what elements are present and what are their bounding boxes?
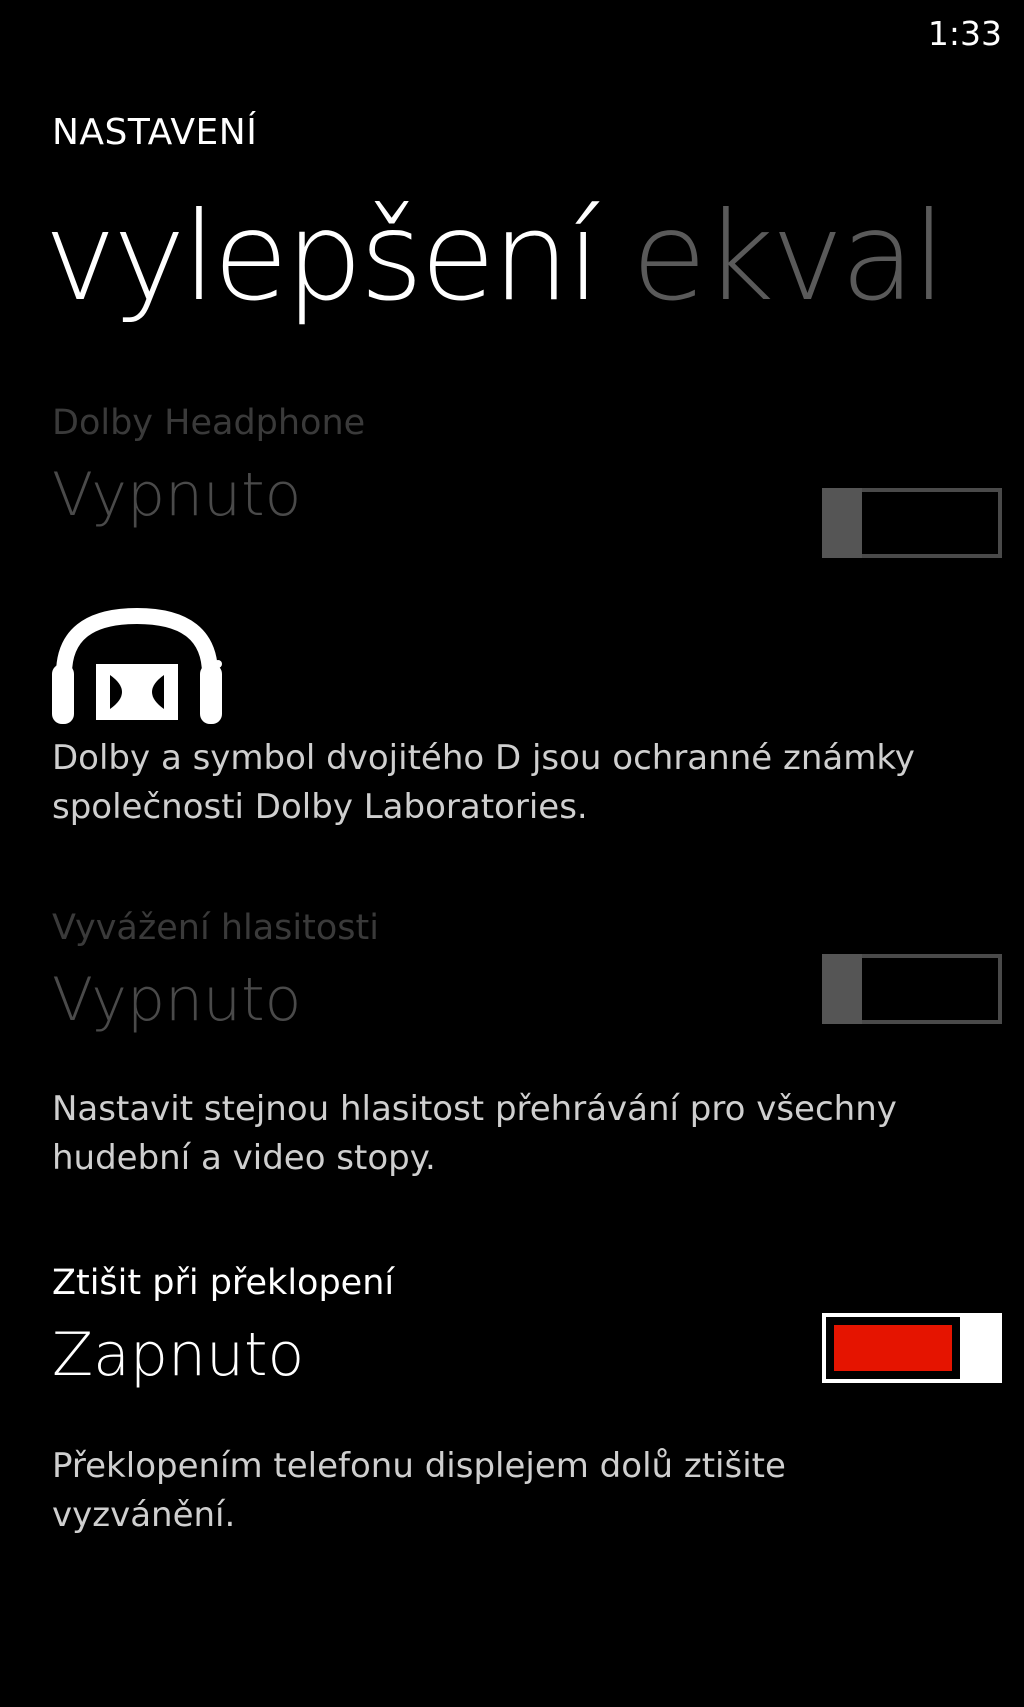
setting-description: Překlopením telefonu displejem dolů ztiš… bbox=[52, 1446, 786, 1536]
status-time: 1:33 bbox=[927, 14, 1002, 53]
toggle-thumb bbox=[822, 954, 862, 1024]
dolby-headphone-logo-icon bbox=[52, 607, 222, 724]
setting-description: Nastavit stejnou hlasitost přehrávání pr… bbox=[52, 1089, 897, 1179]
flip-to-silence-description: Překlopením telefonu displejem dolů ztiš… bbox=[52, 1442, 964, 1541]
toggle-track bbox=[834, 1325, 952, 1371]
flip-to-silence-toggle[interactable] bbox=[822, 1313, 1002, 1383]
setting-label: Dolby Headphone bbox=[52, 403, 366, 443]
dolby-trademark-notice: Dolby a symbol dvojitého D jsou ochranné… bbox=[52, 734, 964, 833]
app-title: NASTAVENÍ bbox=[52, 112, 258, 153]
pivot-header: vylepšení ekval bbox=[44, 196, 946, 318]
setting-label: Vyvážení hlasitosti bbox=[52, 908, 379, 948]
volume-leveling-description: Nastavit stejnou hlasitost přehrávání pr… bbox=[52, 1085, 964, 1184]
volume-leveling-toggle[interactable] bbox=[822, 954, 1002, 1024]
toggle-thumb bbox=[822, 488, 862, 558]
toggle-thumb bbox=[960, 1313, 1002, 1383]
pivot-item-vylepseni[interactable]: vylepšení bbox=[44, 186, 601, 328]
dolby-headphone-toggle[interactable] bbox=[822, 488, 1002, 558]
setting-label: Ztišit při překlopení bbox=[52, 1263, 395, 1303]
pivot-item-ekvalizer[interactable]: ekval bbox=[632, 186, 947, 328]
setting-description: Dolby a symbol dvojitého D jsou ochranné… bbox=[52, 738, 915, 828]
